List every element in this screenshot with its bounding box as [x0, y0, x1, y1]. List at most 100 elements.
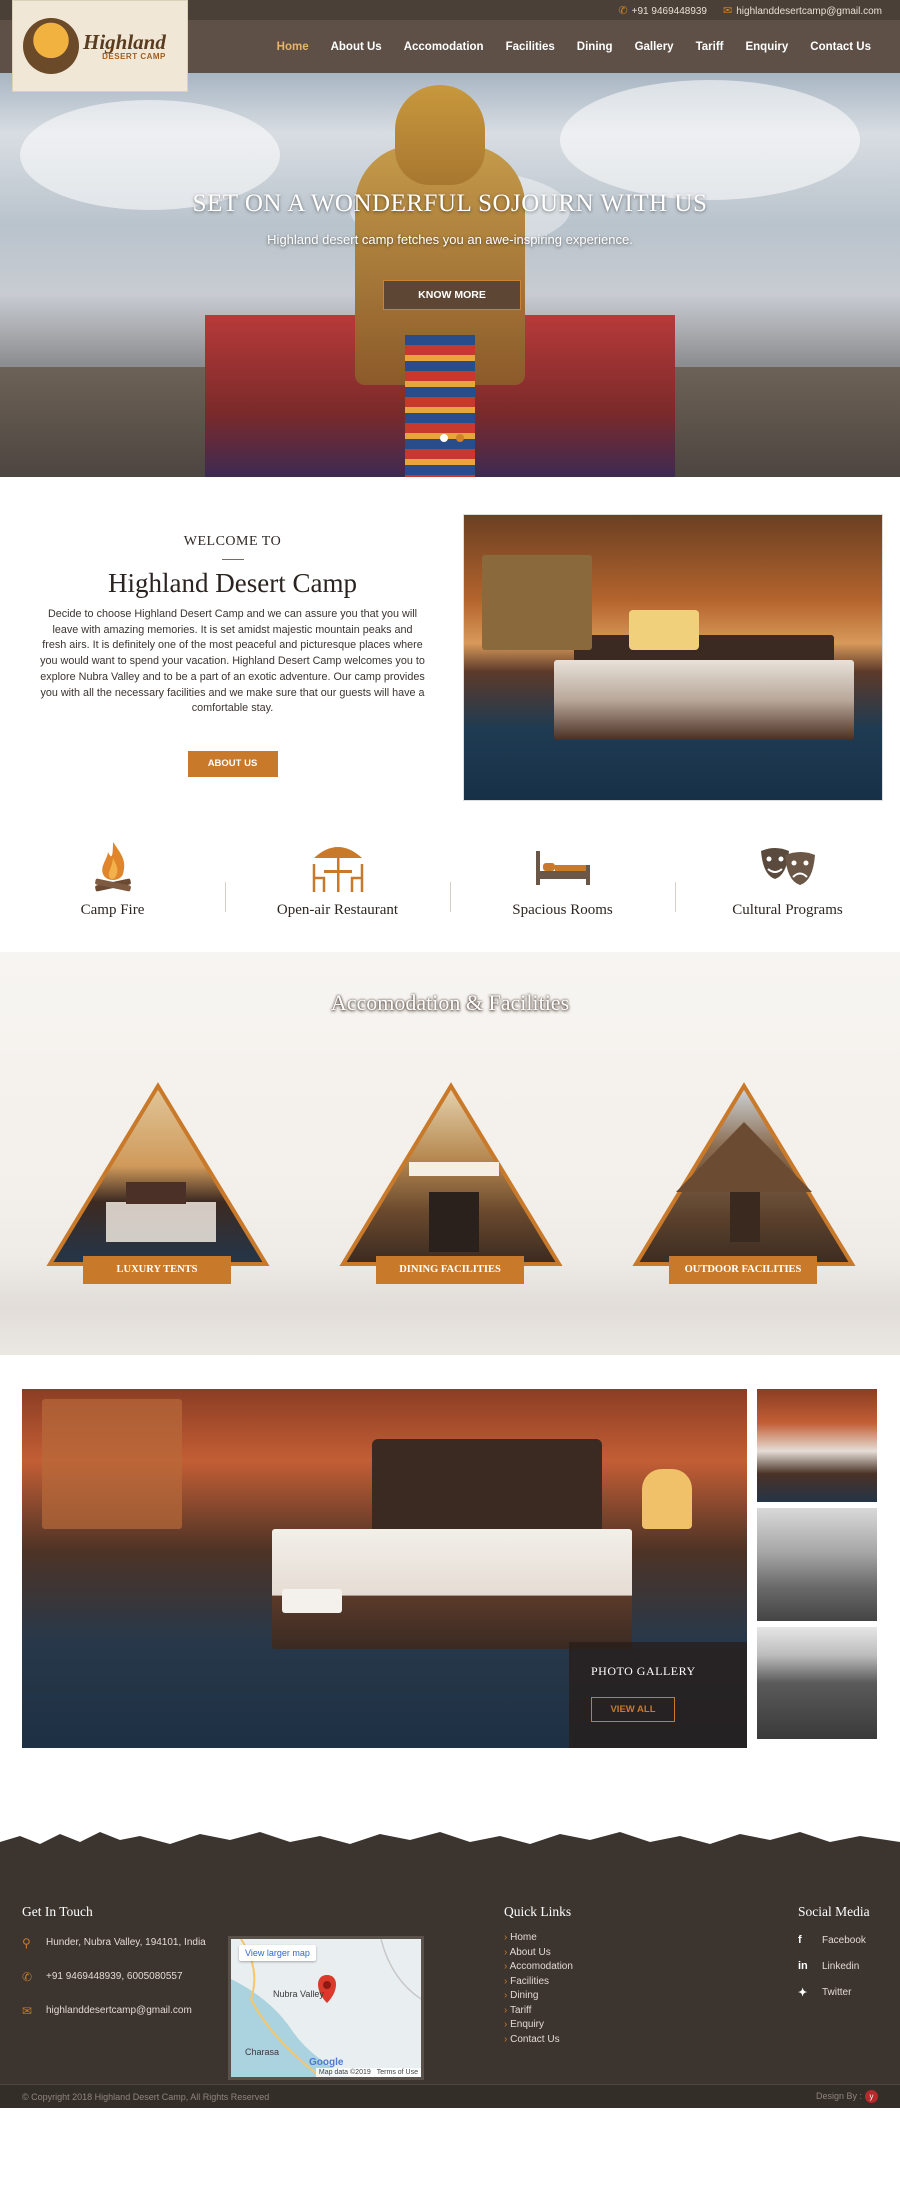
footer-link-tariff[interactable]: Tariff [504, 2005, 654, 2016]
footer-link-about-us[interactable]: About Us [504, 1947, 654, 1958]
dining-facilities-image [339, 1082, 563, 1266]
quick-links-column: Quick Links Home About Us Accomodation F… [504, 1904, 654, 2045]
feature-label: Camp Fire [80, 902, 145, 918]
email-row[interactable]: ✉ highlanddesertcamp@gmail.com [22, 2004, 212, 2018]
twitter-link[interactable]: ✦ Twitter [798, 1986, 898, 1999]
gallery-title: PHOTO GALLERY [591, 1664, 696, 1678]
outdoor-facilities-label[interactable]: OUTDOOR FACILITIES [669, 1256, 817, 1284]
nav-tariff[interactable]: Tariff [685, 41, 735, 53]
social-media-column: Social Media f Facebook in Linkedin ✦ Twitt… [798, 1904, 898, 1999]
feature-cultural-programs: Cultural Programs [675, 817, 900, 919]
phone-icon: ✆ [618, 4, 628, 17]
nav-enquiry[interactable]: Enquiry [734, 41, 799, 53]
google-logo: Google [309, 2057, 344, 2068]
luxury-tents-image [46, 1082, 270, 1266]
address-row: ⚲ Hunder, Nubra Valley, 194101, India [22, 1936, 206, 1950]
slider-dot[interactable] [456, 434, 464, 442]
dining-facilities-label[interactable]: DINING FACILITIES [376, 1256, 524, 1284]
features-row: Camp Fire Open-air Restaurant Spacious R… [0, 817, 900, 952]
slider-dot[interactable] [440, 434, 448, 442]
theatre-masks-icon [675, 839, 900, 894]
feature-open-air-restaurant: Open-air Restaurant [225, 817, 450, 919]
gallery-section: PHOTO GALLERY VIEW ALL [0, 1355, 900, 1748]
gallery-thumb-room[interactable] [757, 1389, 877, 1502]
location-map[interactable]: View larger map Nubra Valley Charasa Goo… [228, 1936, 424, 2080]
feature-label: Cultural Programs [732, 902, 843, 918]
map-terms-link[interactable]: Terms of Use [377, 2069, 418, 2076]
linkedin-icon: in [798, 1960, 808, 1972]
copyright-bar: © Copyright 2018 Highland Desert Camp, A… [0, 2084, 900, 2108]
footer-link-enquiry[interactable]: Enquiry [504, 2019, 654, 2030]
hero-subtitle: Highland desert camp fetches you an awe-… [267, 232, 633, 247]
twitter-icon: ✦ [798, 1987, 808, 1999]
topbar-email[interactable]: ✉ highlanddesertcamp@gmail.com [723, 4, 882, 17]
nav-facilities[interactable]: Facilities [495, 41, 566, 53]
feature-spacious-rooms: Spacious Rooms [450, 817, 675, 919]
site-footer: Get In Touch ⚲ Hunder, Nubra Valley, 1941… [0, 1832, 900, 2108]
footer-link-facilities[interactable]: Facilities [504, 1976, 654, 1987]
quick-links-title: Quick Links [504, 1904, 572, 1919]
slider-dots [440, 434, 464, 442]
nav-about-us[interactable]: About Us [320, 41, 393, 53]
nav-home[interactable]: Home [266, 41, 320, 53]
map-town-label: Charasa [245, 2047, 280, 2057]
footer-link-accomodation[interactable]: Accomodation [504, 1961, 654, 1972]
get-in-touch-column: Get In Touch ⚲ Hunder, Nubra Valley, 1941… [22, 1904, 212, 2018]
design-by[interactable]: Design By :y [816, 2090, 878, 2103]
gallery-overlay: PHOTO GALLERY VIEW ALL [569, 1642, 747, 1748]
logo-emblem-icon [23, 18, 79, 74]
facebook-icon: f [798, 1934, 802, 1946]
outdoor-facilities-image [632, 1082, 856, 1266]
view-larger-map-link[interactable]: View larger map [239, 1945, 316, 1961]
outdoor-facilities-card[interactable]: OUTDOOR FACILITIES [632, 1082, 856, 1284]
nav-accomodation[interactable]: Accomodation [393, 41, 495, 53]
luxury-tents-label[interactable]: LUXURY TENTS [83, 1256, 231, 1284]
facebook-link[interactable]: f Facebook [798, 1934, 898, 1946]
mail-icon: ✉ [22, 2004, 33, 2018]
footer-link-dining[interactable]: Dining [504, 1990, 654, 2001]
luxury-tents-card[interactable]: LUXURY TENTS [46, 1082, 270, 1284]
feature-label: Spacious Rooms [512, 902, 613, 918]
nav-gallery[interactable]: Gallery [624, 41, 685, 53]
footer-link-home[interactable]: Home [504, 1932, 654, 1943]
mountain-edge-shape [0, 1832, 900, 1852]
bed-icon [450, 839, 675, 894]
accommodation-section: Accomodation & Facilities LUXURY TENTS D… [0, 952, 900, 1355]
hero-statue-image [205, 65, 675, 477]
divider [221, 559, 244, 560]
get-in-touch-title: Get In Touch [22, 1904, 93, 1919]
restaurant-icon [225, 839, 450, 894]
welcome-title: Highland Desert Camp [108, 568, 357, 598]
campfire-icon [0, 839, 225, 894]
tent-room-photo [463, 514, 883, 801]
know-more-button[interactable]: KNOW MORE [383, 280, 521, 310]
topbar-phone[interactable]: ✆ +91 9469448939 [618, 4, 707, 17]
logo-name: Highland [83, 29, 166, 54]
gallery-thumb-hut[interactable] [757, 1627, 877, 1739]
footer-link-contact-us[interactable]: Contact Us [504, 2034, 654, 2045]
linkedin-link[interactable]: in Linkedin [798, 1960, 898, 1972]
gallery-thumb-dining[interactable] [757, 1508, 877, 1621]
map-attribution: Map data ©2019 Terms of Use [315, 2068, 421, 2077]
phone-icon: ✆ [22, 1970, 33, 1984]
feature-label: Open-air Restaurant [276, 902, 399, 918]
mail-icon: ✉ [723, 4, 733, 17]
social-media-title: Social Media [798, 1904, 870, 1919]
feature-camp-fire: Camp Fire [0, 817, 225, 919]
welcome-body: Decide to choose Highland Desert Camp an… [40, 608, 425, 715]
accommodation-title: Accomodation & Facilities [330, 990, 570, 1015]
view-all-button[interactable]: VIEW ALL [591, 1697, 675, 1722]
copyright-text: © Copyright 2018 Highland Desert Camp, A… [22, 2091, 270, 2102]
welcome-section: WELCOME TO Highland Desert Camp Decide t… [0, 477, 900, 817]
location-pin-icon: ⚲ [22, 1936, 31, 1950]
designer-logo-icon: y [865, 2090, 878, 2103]
phone-row[interactable]: ✆ +91 9469448939, 6005080557 [22, 1970, 212, 1984]
about-us-button[interactable]: ABOUT US [187, 750, 278, 777]
welcome-kicker: WELCOME TO [183, 534, 282, 549]
gallery-main-photo[interactable]: PHOTO GALLERY VIEW ALL [22, 1389, 747, 1748]
nav-contact-us[interactable]: Contact Us [799, 41, 882, 53]
nav-dining[interactable]: Dining [566, 41, 624, 53]
map-place-label: Nubra Valley [273, 1989, 324, 1999]
dining-facilities-card[interactable]: DINING FACILITIES [339, 1082, 563, 1284]
site-logo[interactable]: Highland DESERT CAMP [12, 0, 188, 92]
